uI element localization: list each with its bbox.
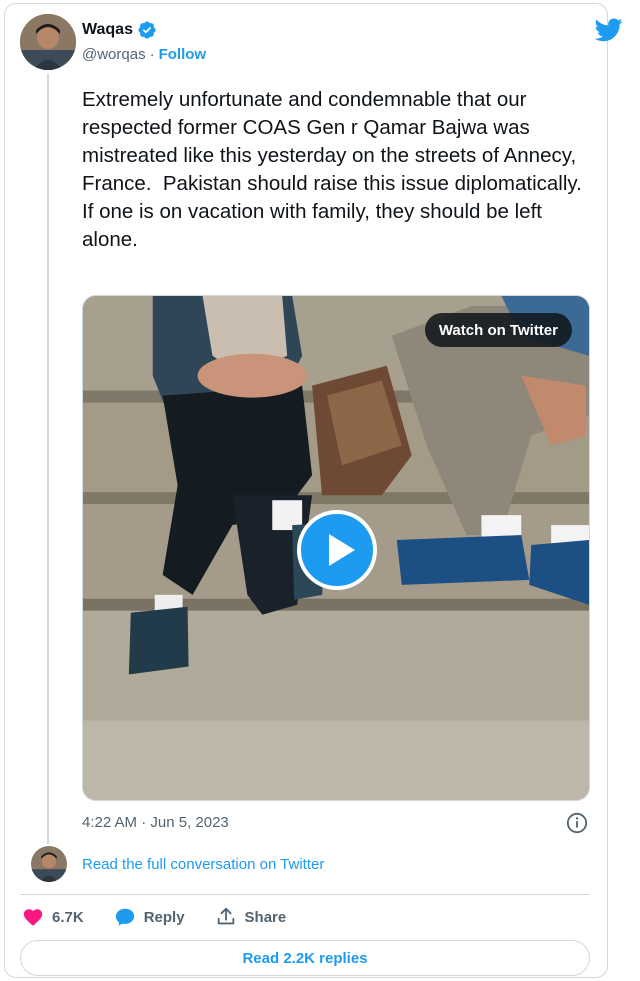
heart-icon [23,909,43,926]
play-icon[interactable] [297,510,377,590]
verified-badge-icon [138,21,156,39]
author-avatar-small[interactable] [31,846,67,882]
like-button[interactable]: 6.7K [22,906,84,928]
share-arrow-icon [217,907,234,925]
handle-separator: · [149,46,155,63]
like-count: 6.7K [52,908,84,926]
twitter-bird-icon[interactable] [595,18,623,42]
author-name[interactable]: Waqas [82,21,133,39]
tweet-text: Extremely unfortunate and condemnable th… [82,88,582,251]
watch-on-twitter-button[interactable]: Watch on Twitter [424,313,572,347]
actions-divider [20,894,590,895]
reply-button[interactable]: Reply [114,906,185,928]
tweet-timestamp[interactable]: 4:22 AM · Jun 5, 2023 [82,814,229,831]
video-thumbnail[interactable]: Watch on Twitter [82,295,590,801]
share-button[interactable]: Share [215,906,287,928]
share-label: Share [244,908,287,926]
thread-line [47,74,49,844]
action-bar: 6.7K Reply Share [22,904,316,930]
author-block: Waqas @worqas · Follow [82,20,206,63]
info-icon[interactable] [566,812,588,834]
author-avatar[interactable] [20,14,76,70]
speech-bubble-icon [115,908,134,926]
read-replies-button[interactable]: Read 2.2K replies [20,940,590,976]
read-full-conversation-link[interactable]: Read the full conversation on Twitter [82,856,324,873]
reply-label: Reply [143,908,185,926]
author-handle[interactable]: @worqas [82,46,146,63]
follow-link[interactable]: Follow [159,46,207,63]
